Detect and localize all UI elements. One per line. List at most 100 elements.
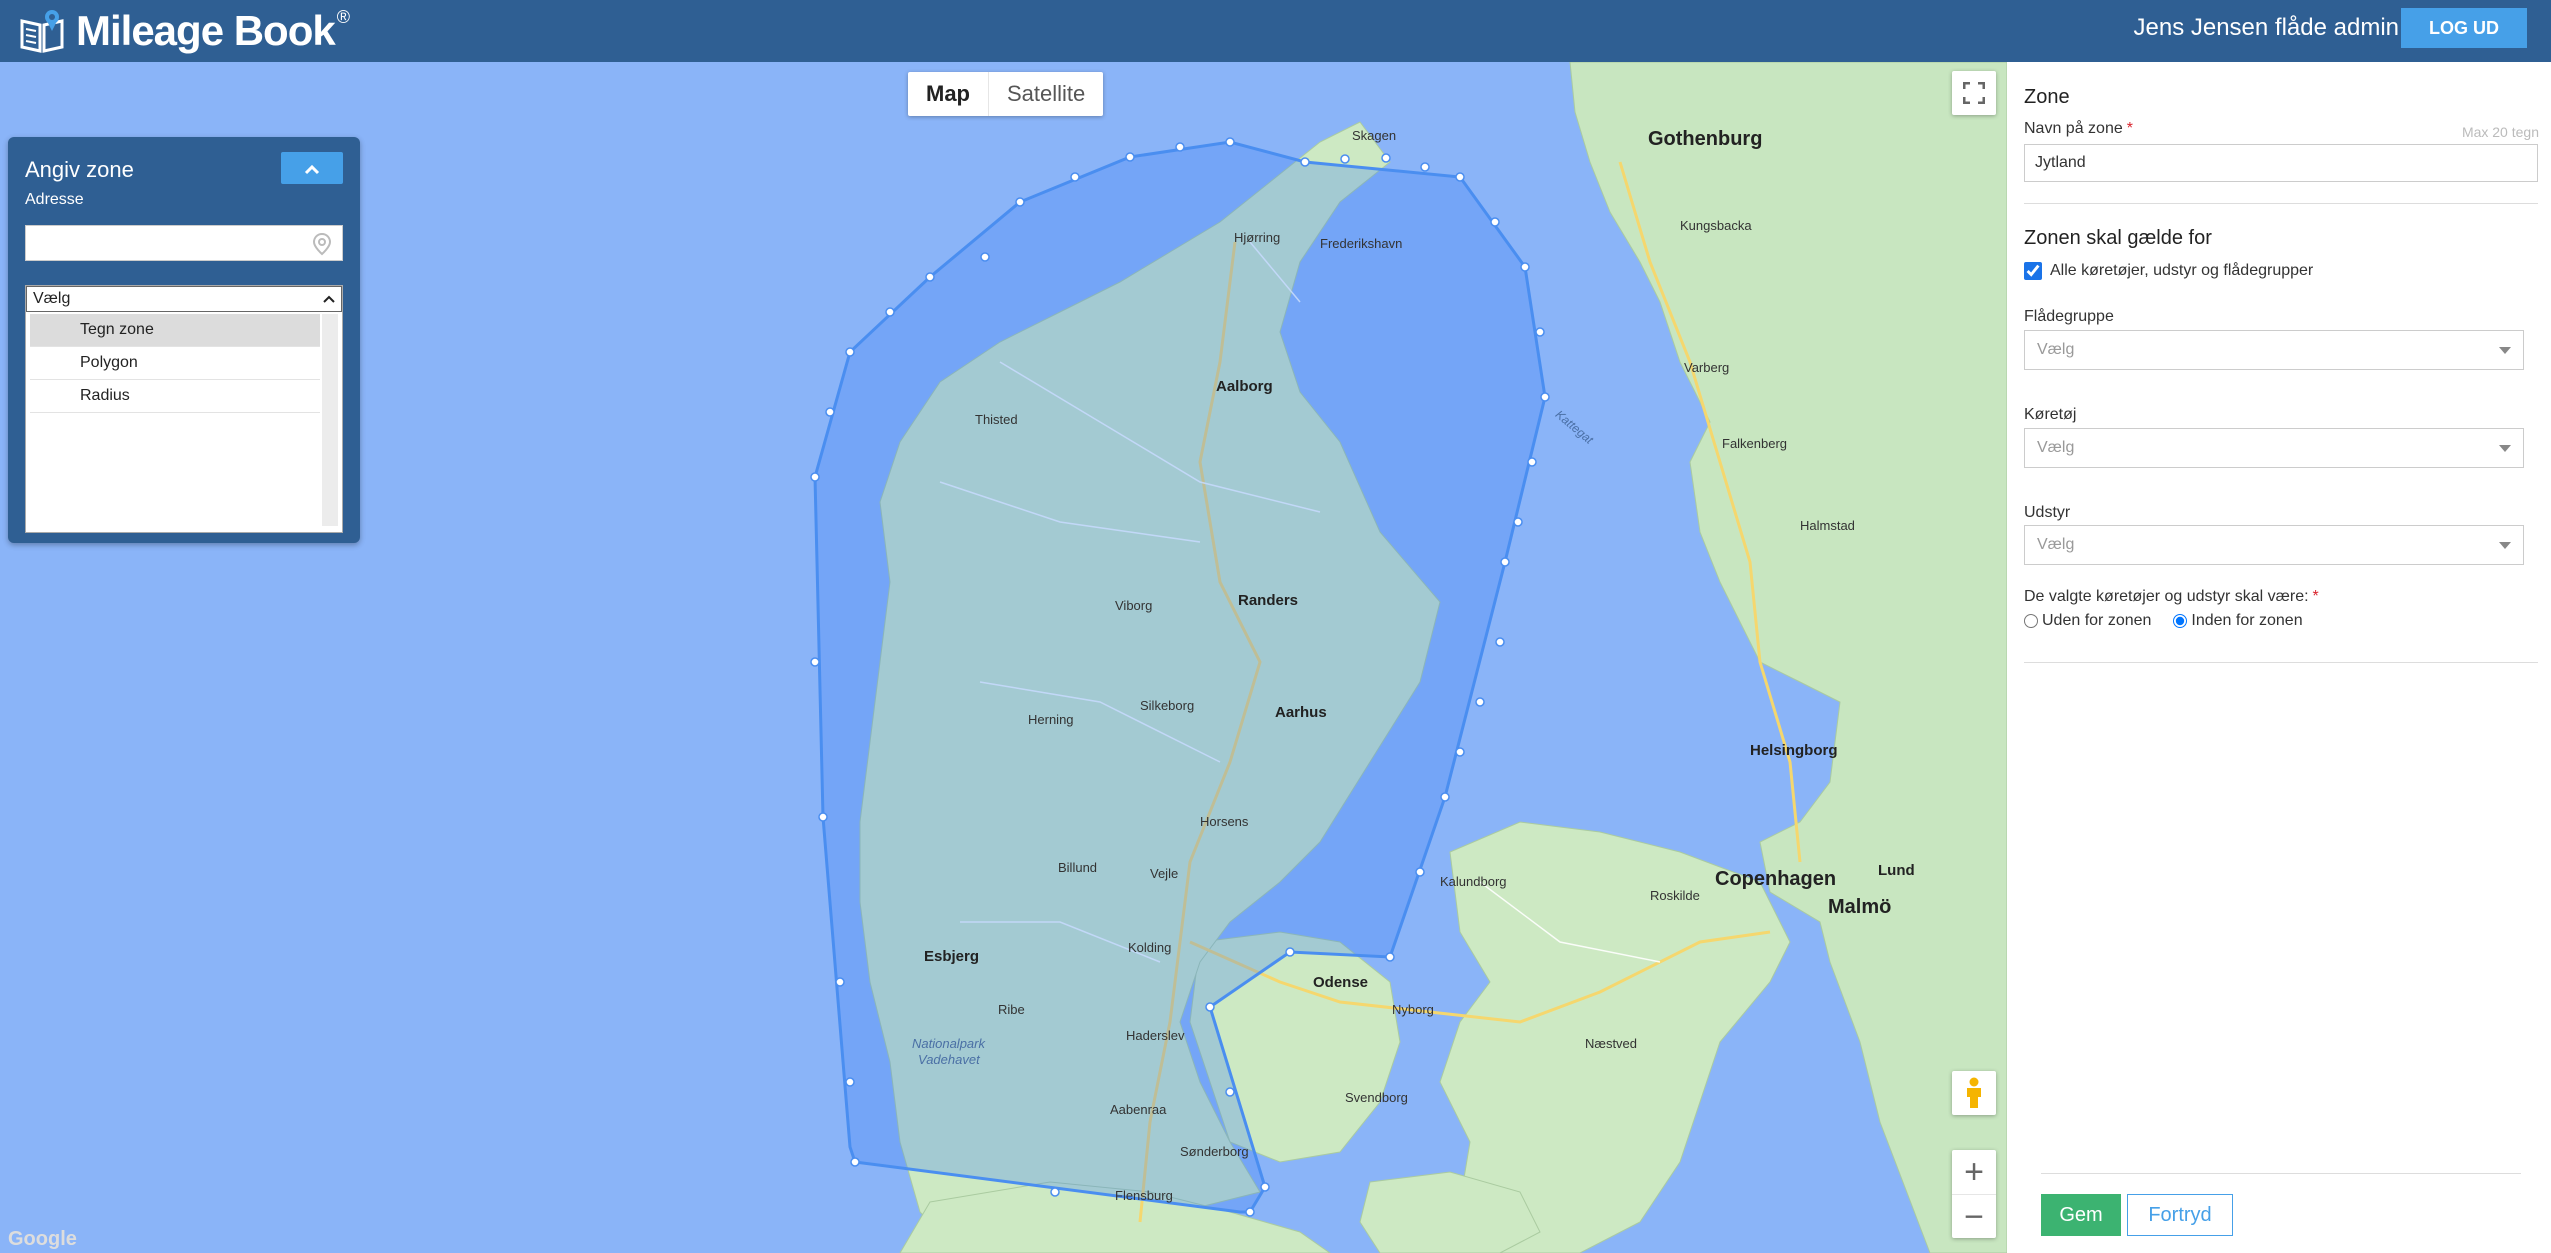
map-label-sonderborg: Sønderborg <box>1180 1144 1249 1159</box>
zone-type-select[interactable]: Vælg Tegn zone Polygon Radius <box>25 285 343 533</box>
map-label-roskilde: Roskilde <box>1650 888 1700 903</box>
equipment-label: Udstyr <box>2024 504 2071 521</box>
position-label-text: De valgte køretøjer og udstyr skal være: <box>2024 588 2309 605</box>
map-label-kungsbacka: Kungsbacka <box>1680 218 1752 233</box>
required-mark: * <box>2312 588 2319 605</box>
zone-panel: Angiv zone Adresse Vælg Tegn zone Polygo… <box>8 137 360 543</box>
map-label-vejle: Vejle <box>1150 866 1179 881</box>
map-label-haderslev: Haderslev <box>1126 1028 1185 1043</box>
map-label-naestved: Næstved <box>1585 1036 1638 1051</box>
map-label-aabenraa: Aabenraa <box>1110 1102 1167 1117</box>
fullscreen-icon <box>1963 82 1985 104</box>
map-label-svendborg: Svendborg <box>1345 1090 1408 1105</box>
caret-down-icon <box>2499 346 2511 354</box>
map-type-satellite[interactable]: Satellite <box>989 72 1103 116</box>
zone-option-polygon[interactable]: Polygon <box>30 347 320 380</box>
map-label-randers: Randers <box>1238 592 1299 609</box>
app-logo[interactable]: Mileage Book ® <box>18 4 350 58</box>
zone-name-label-text: Navn på zone <box>2024 120 2123 137</box>
applies-heading: Zonen skal gælde for <box>2024 227 2212 249</box>
fleet-group-select[interactable]: Vælg <box>2024 330 2524 370</box>
map-label-silkeborg: Silkeborg <box>1140 698 1195 713</box>
vehicle-select[interactable]: Vælg <box>2024 428 2524 468</box>
map-type-control: Map Satellite <box>908 72 1104 116</box>
divider <box>2024 662 2538 663</box>
all-checkbox[interactable] <box>2024 262 2042 280</box>
map-label-viborg: Viborg <box>1115 598 1153 613</box>
position-label: De valgte køretøjer og udstyr skal være:… <box>2024 588 2319 606</box>
address-input[interactable] <box>25 225 343 261</box>
equipment-select[interactable]: Vælg <box>2024 525 2524 565</box>
map-label-ribe: Ribe <box>998 1002 1025 1017</box>
zone-option-radius[interactable]: Radius <box>30 380 320 413</box>
map-label-gothenburg: Gothenburg <box>1648 128 1763 150</box>
map-label-odense: Odense <box>1313 974 1369 991</box>
map-label-aalborg: Aalborg <box>1216 378 1273 395</box>
divider <box>2041 1173 2521 1174</box>
map-label-nationalpark: Nationalpark <box>912 1036 985 1051</box>
map-label-kalundborg: Kalundborg <box>1440 874 1507 889</box>
map-label-esbjerg: Esbjerg <box>924 948 980 965</box>
user-name: Jens Jensen flåde admin <box>2133 14 2400 41</box>
map-label-horsens: Horsens <box>1200 814 1249 829</box>
outside-label: Uden for zonen <box>2042 612 2152 629</box>
inside-radio[interactable] <box>2173 614 2188 628</box>
logout-button[interactable]: LOG UD <box>2401 8 2527 48</box>
map-label-thisted: Thisted <box>975 412 1018 427</box>
top-bar: Mileage Book ® Jens Jensen flåde admin L… <box>0 0 2551 62</box>
address-label: Adresse <box>25 191 84 208</box>
map-label-kolding: Kolding <box>1128 940 1172 955</box>
caret-down-icon <box>2499 541 2511 549</box>
map-type-map[interactable]: Map <box>908 72 989 116</box>
zone-type-selected: Vælg <box>33 290 71 307</box>
required-mark: * <box>2126 120 2133 137</box>
chevron-up-icon <box>304 164 320 175</box>
cancel-button[interactable]: Fortryd <box>2127 1194 2233 1236</box>
fleet-group-label: Flådegruppe <box>2024 308 2114 325</box>
vehicle-value: Vælg <box>2037 439 2075 456</box>
zone-option-draw[interactable]: Tegn zone <box>30 314 320 347</box>
equipment-value: Vælg <box>2037 536 2075 553</box>
outside-option[interactable]: Uden for zonen <box>2024 612 2151 630</box>
pegman-icon <box>1967 1077 1981 1108</box>
map-label-herning: Herning <box>1028 712 1074 727</box>
save-button[interactable]: Gem <box>2041 1194 2121 1236</box>
inside-option[interactable]: Inden for zonen <box>2173 612 2303 630</box>
all-checkbox-row: Alle køretøjer, udstyr og flådegrupper <box>2024 262 2313 280</box>
zone-type-options: Tegn zone Polygon Radius <box>30 314 320 413</box>
vehicle-label: Køretøj <box>2024 406 2077 423</box>
map-label-flensburg: Flensburg <box>1115 1188 1173 1203</box>
collapse-button[interactable] <box>281 152 343 184</box>
map-label-copenhagen: Copenhagen <box>1715 868 1837 890</box>
map-label-halmstad: Halmstad <box>1800 518 1855 533</box>
zoom-control: + − <box>1952 1150 1996 1238</box>
form-heading: Zone <box>2024 86 2070 108</box>
map-label-lund: Lund <box>1878 862 1915 879</box>
street-view-button[interactable] <box>1952 1071 1996 1115</box>
map-label-helsingborg: Helsingborg <box>1750 742 1838 759</box>
zoom-in-button[interactable]: + <box>1952 1150 1996 1195</box>
all-checkbox-label: Alle køretøjer, udstyr og flådegrupper <box>2050 262 2314 279</box>
location-pin-icon[interactable] <box>311 232 333 256</box>
inside-label: Inden for zonen <box>2191 612 2303 629</box>
zoom-out-button[interactable]: − <box>1952 1195 1996 1239</box>
map-label-billund: Billund <box>1058 860 1098 875</box>
max-length-hint: Max 20 tegn <box>2461 124 2539 140</box>
caret-down-icon <box>2499 444 2511 452</box>
app-name: Mileage Book <box>76 7 336 54</box>
map-label-malmo: Malmö <box>1828 896 1892 918</box>
map-label-varberg: Varberg <box>1684 360 1730 375</box>
fullscreen-button[interactable] <box>1952 71 1996 115</box>
book-pin-icon <box>20 10 64 53</box>
zone-type-select-head[interactable]: Vælg <box>26 286 342 312</box>
zone-options-scrollbar[interactable] <box>322 314 338 526</box>
map-label-nyborg: Nyborg <box>1392 1002 1434 1017</box>
outside-radio[interactable] <box>2024 614 2038 628</box>
map-label-vadehavet: Vadehavet <box>918 1052 980 1067</box>
divider <box>2024 203 2538 204</box>
zone-name-input[interactable] <box>2024 144 2538 182</box>
map-label-aarhus: Aarhus <box>1275 704 1327 721</box>
google-logo: Google <box>8 1228 77 1250</box>
map-label-falkenberg: Falkenberg <box>1722 436 1788 451</box>
zone-panel-title: Angiv zone <box>25 157 134 182</box>
